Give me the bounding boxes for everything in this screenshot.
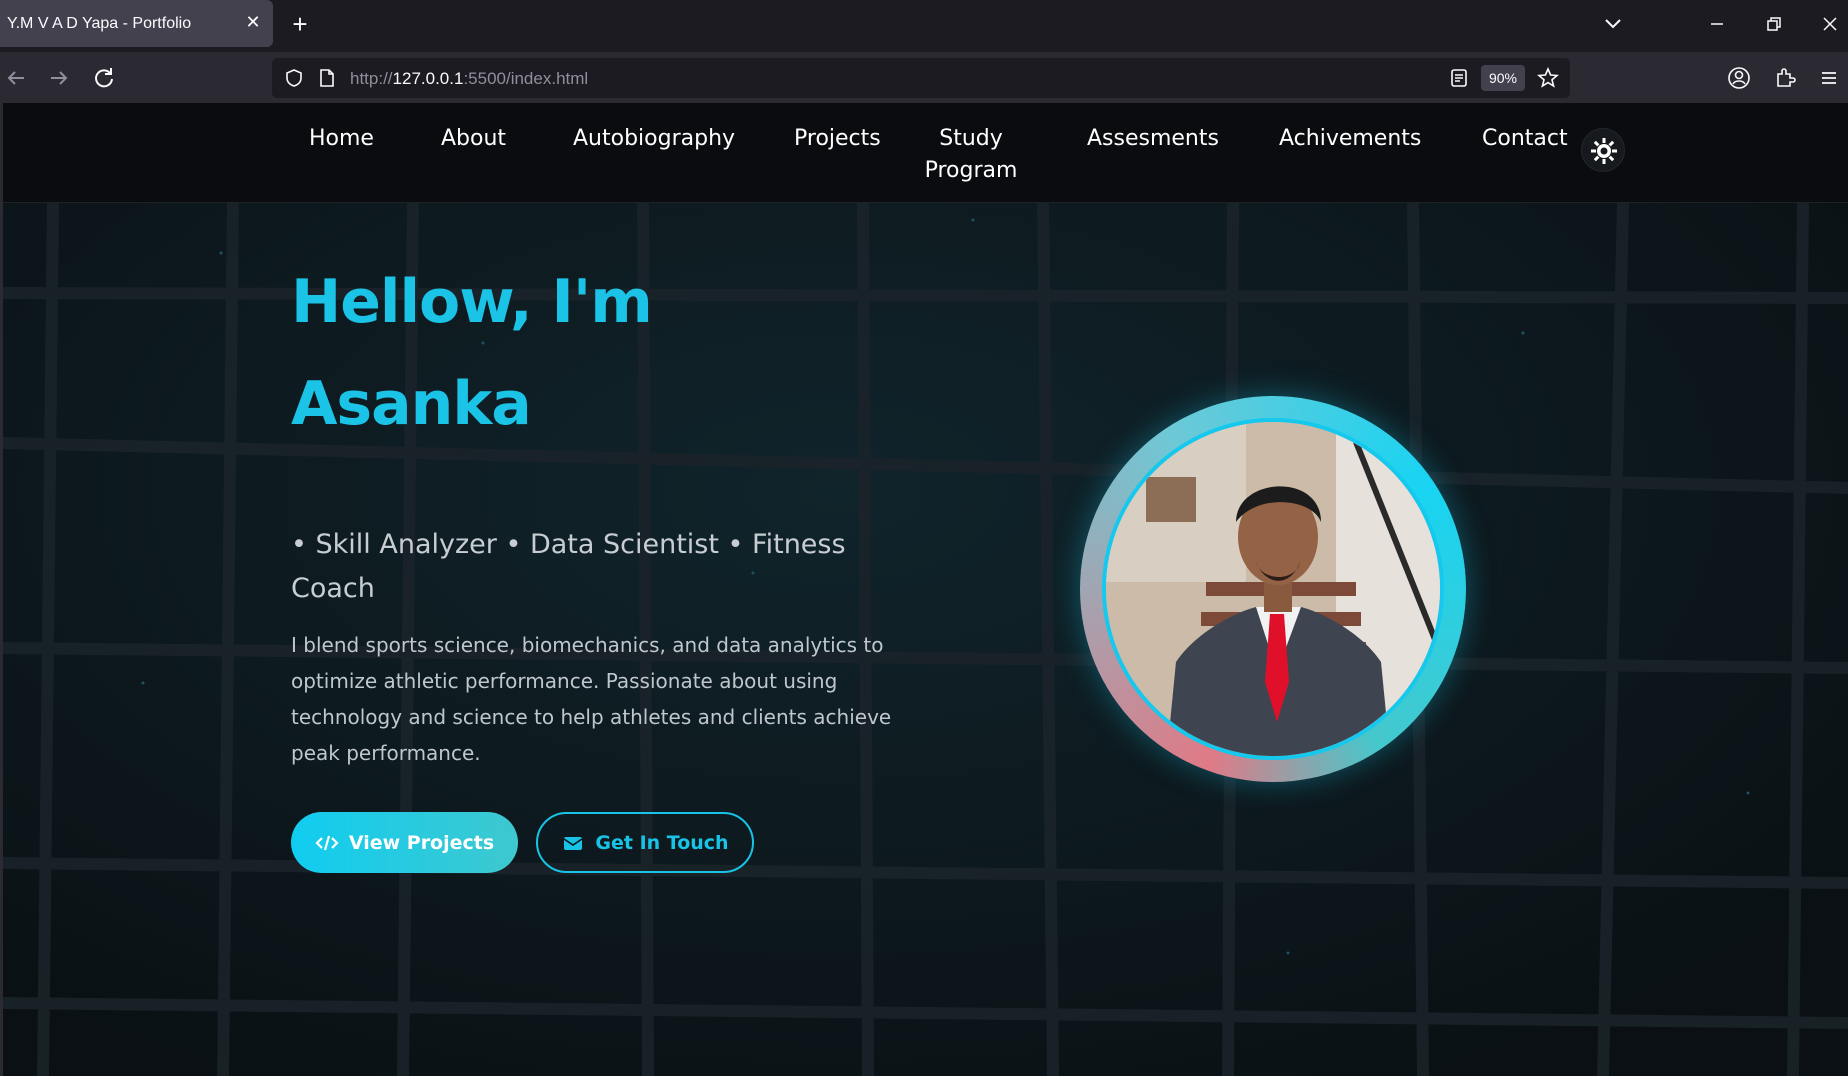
menu-hamburger-icon[interactable] <box>1815 64 1843 92</box>
reader-view-icon[interactable] <box>1448 67 1470 89</box>
minimize-icon[interactable] <box>1705 12 1729 36</box>
account-icon[interactable] <box>1725 64 1753 92</box>
get-in-touch-label: Get In Touch <box>595 831 729 854</box>
url-scheme: http:// <box>350 69 393 88</box>
forward-icon[interactable] <box>45 64 73 92</box>
tab-title: Y.M V A D Yapa - Portfolio <box>7 15 192 32</box>
bookmark-star-icon[interactable] <box>1536 66 1560 90</box>
zoom-level-badge[interactable]: 90% <box>1481 65 1525 91</box>
hero-name: Asanka <box>291 369 532 439</box>
theme-toggle-button[interactable] <box>1581 128 1625 172</box>
page-info-icon[interactable] <box>318 68 336 88</box>
tab-close-icon[interactable]: ✕ <box>243 12 263 32</box>
view-projects-label: View Projects <box>348 831 495 854</box>
get-in-touch-button[interactable]: Get In Touch <box>536 812 754 873</box>
url-path: :5500/index.html <box>463 69 589 88</box>
hero-greeting: Hellow, I'm <box>291 267 653 337</box>
back-icon[interactable] <box>2 64 30 92</box>
url-text[interactable]: http://127.0.0.1:5500/index.html <box>350 69 588 89</box>
nav-study-program[interactable]: Study Program <box>916 123 1026 187</box>
new-tab-button[interactable]: + <box>288 11 312 37</box>
nav-achivements[interactable]: Achivements <box>1279 123 1421 155</box>
hero-description: I blend sports science, biomechanics, an… <box>291 633 892 765</box>
nav-contact[interactable]: Contact <box>1482 123 1568 155</box>
nav-autobiography[interactable]: Autobiography <box>573 123 735 155</box>
site-navigation: Home About Autobiography Projects Study … <box>3 103 1848 203</box>
profile-photo <box>1102 418 1444 760</box>
code-icon <box>315 833 339 853</box>
url-host: 127.0.0.1 <box>392 69 464 88</box>
envelope-icon <box>561 833 585 853</box>
profile-photo-ring <box>1080 396 1466 782</box>
portfolio-page: Home About Autobiography Projects Study … <box>0 103 1848 1076</box>
extensions-icon[interactable] <box>1771 64 1799 92</box>
sun-icon <box>1591 138 1617 164</box>
browser-tab-active[interactable]: Y.M V A D Yapa - Portfolio ✕ <box>0 0 273 47</box>
browser-tab-bar: Y.M V A D Yapa - Portfolio ✕ + <box>0 0 1848 52</box>
nav-home[interactable]: Home <box>309 123 374 155</box>
url-bar[interactable]: http://127.0.0.1:5500/index.html 90% <box>272 58 1570 98</box>
nav-about[interactable]: About <box>441 123 506 155</box>
nav-projects[interactable]: Projects <box>794 123 881 155</box>
nav-assesments[interactable]: Assesments <box>1087 123 1219 155</box>
tab-list-chevron-icon[interactable] <box>1600 14 1626 34</box>
shield-icon[interactable] <box>284 68 304 88</box>
hero-roles: • Skill Analyzer • Data Scientist • Fitn… <box>291 529 846 604</box>
close-window-icon[interactable] <box>1818 12 1842 36</box>
view-projects-button[interactable]: View Projects <box>291 812 518 873</box>
restore-icon[interactable] <box>1762 12 1786 36</box>
browser-toolbar: http://127.0.0.1:5500/index.html 90% <box>0 52 1848 103</box>
reload-icon[interactable] <box>90 64 118 92</box>
grid-background <box>3 103 1848 1076</box>
